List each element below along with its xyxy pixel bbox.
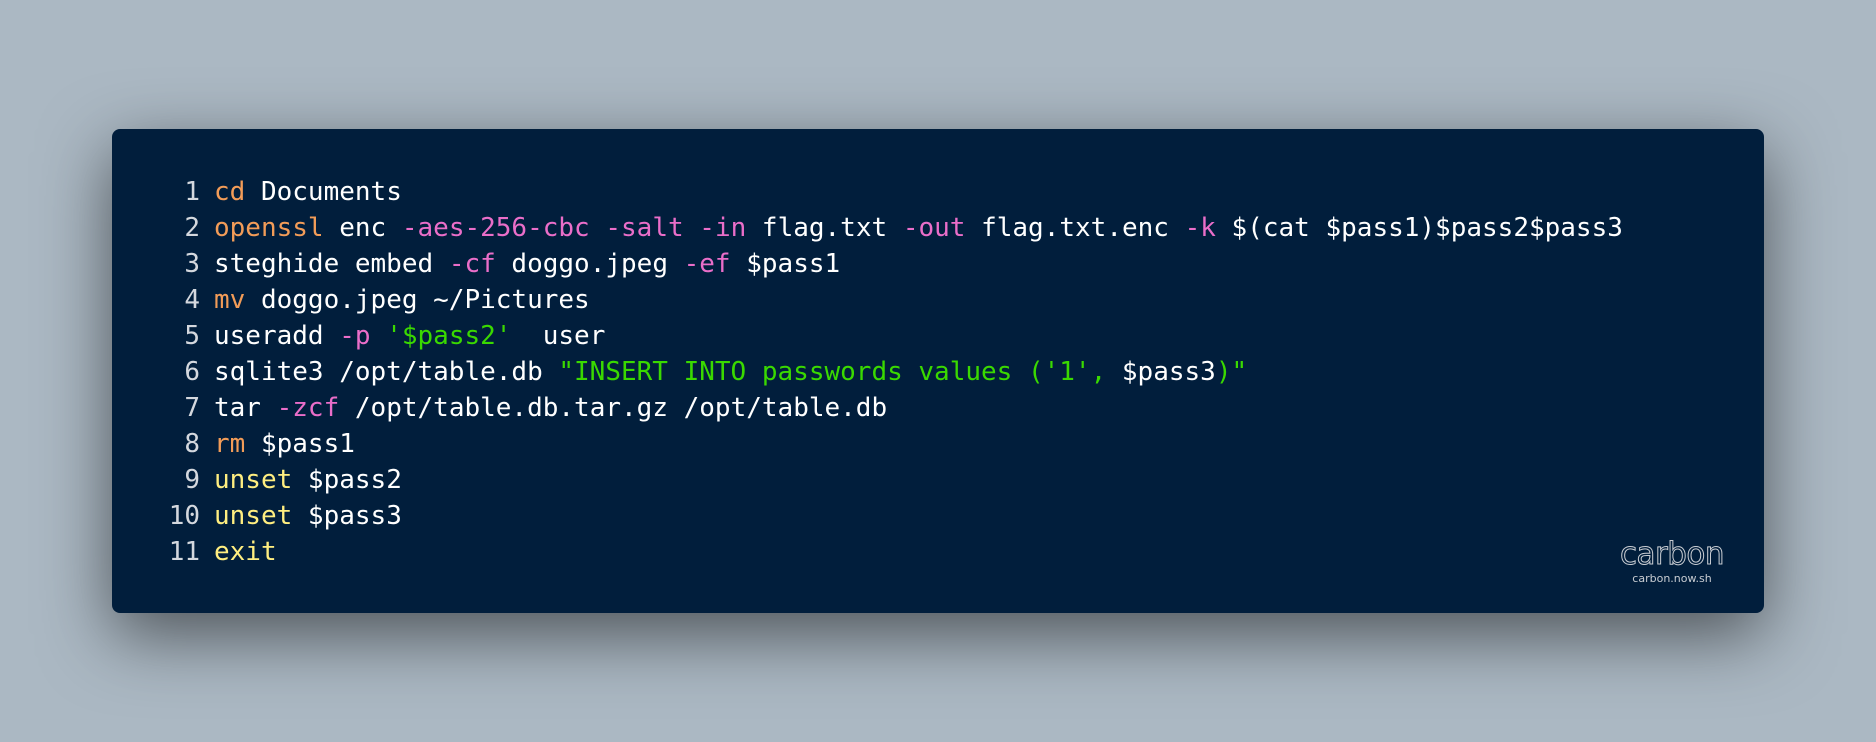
code-block: 1 cd Documents 2 openssl enc -aes-256-cbc -… — [152, 174, 1623, 570]
token-kw: exit — [214, 537, 277, 567]
line-number: 5 — [184, 321, 200, 351]
token-plain: $(cat $pass1)$pass2$pass3 — [1215, 213, 1623, 243]
code-text: mv doggo.jpeg ~/Pictures — [214, 282, 590, 318]
code-window: 1 cd Documents 2 openssl enc -aes-256-cbc -… — [112, 129, 1764, 613]
code-text: unset $pass2 — [214, 462, 402, 498]
code-line: 8 rm $pass1 — [152, 426, 1623, 462]
line-number: 1 — [184, 177, 200, 207]
token-plain: flag.txt — [746, 213, 903, 243]
token-flag: -in — [699, 213, 747, 243]
line-number: 7 — [184, 393, 200, 423]
code-text: unset $pass3 — [214, 498, 402, 534]
token-cmd: mv — [214, 285, 246, 315]
token-plain: user — [511, 321, 606, 351]
token-kw: unset — [214, 501, 293, 531]
code-text: exit — [214, 534, 277, 570]
line-number: 4 — [184, 285, 200, 315]
line-number: 10 — [168, 501, 200, 531]
token-plain: $pass2 — [292, 465, 402, 495]
token-flag: -cf — [448, 249, 496, 279]
code-text: rm $pass1 — [214, 426, 355, 462]
token-cmd: cd — [214, 177, 246, 207]
token-plain: doggo.jpeg ~/Pictures — [245, 285, 590, 315]
code-line: 4 mv doggo.jpeg ~/Pictures — [152, 282, 1623, 318]
code-line: 10 unset $pass3 — [152, 498, 1623, 534]
code-line: 1 cd Documents — [152, 174, 1623, 210]
code-text: tar -zcf /opt/table.db.tar.gz /opt/table… — [214, 390, 887, 426]
code-line: 11 exit — [152, 534, 1623, 570]
carbon-watermark[interactable]: carbon carbon.now.sh — [1612, 536, 1732, 586]
token-str: "INSERT INTO passwords values ('1', — [558, 357, 1122, 387]
token-cmd: openssl — [214, 213, 324, 243]
line-number: 8 — [184, 429, 200, 459]
token-plain: /opt/table.db.tar.gz /opt/table.db — [339, 393, 888, 423]
code-line: 6 sqlite3 /opt/table.db "INSERT INTO pass… — [152, 354, 1623, 390]
token-kw: unset — [214, 465, 293, 495]
code-line: 9 unset $pass2 — [152, 462, 1623, 498]
token-flag: -p — [339, 321, 371, 351]
token-flag: -salt — [605, 213, 684, 243]
code-line: 5 useradd -p '$pass2' user — [152, 318, 1623, 354]
code-text: sqlite3 /opt/table.db "INSERT INTO passw… — [214, 354, 1247, 390]
token-plain: $pass1 — [245, 429, 355, 459]
token-plain: $pass3 — [292, 501, 402, 531]
token-plain: tar — [214, 393, 277, 423]
line-number: 11 — [168, 537, 200, 567]
token-flag: -zcf — [276, 393, 340, 423]
code-line: 7 tar -zcf /opt/table.db.tar.gz /opt/tabl… — [152, 390, 1623, 426]
token-plain: enc — [323, 213, 402, 243]
token-flag: -k — [1184, 213, 1216, 243]
token-plain: steghide embed — [214, 249, 449, 279]
token-flag: -aes-256-cbc — [401, 213, 590, 243]
token-plain: useradd — [214, 321, 340, 351]
token-str: )" — [1215, 357, 1248, 387]
carbon-url: carbon.now.sh — [1632, 572, 1712, 585]
token-plain: $pass3 — [1121, 357, 1216, 387]
code-text: steghide embed -cf doggo.jpeg -ef $pass1 — [214, 246, 840, 282]
token-plain: $pass1 — [730, 249, 841, 279]
code-text: useradd -p '$pass2' user — [214, 318, 605, 354]
token-plain: flag.txt.enc — [965, 213, 1185, 243]
token-flag: -ef — [683, 249, 731, 279]
code-text: cd Documents — [214, 174, 402, 210]
token-flag: -out — [902, 213, 966, 243]
line-number: 9 — [184, 465, 200, 495]
code-line: 3 steghide embed -cf doggo.jpeg -ef $pass… — [152, 246, 1623, 282]
token-cmd: rm — [214, 429, 246, 459]
carbon-logo: carbon — [1619, 536, 1725, 572]
token-plain: doggo.jpeg — [495, 249, 684, 279]
line-number: 2 — [184, 213, 200, 243]
line-number: 3 — [184, 249, 200, 279]
token-str: '$pass2' — [386, 321, 512, 351]
token-plain: Documents — [245, 177, 402, 207]
code-text: openssl enc -aes-256-cbc -salt -in flag.… — [214, 210, 1623, 246]
line-number: 6 — [184, 357, 200, 387]
token-plain: sqlite3 /opt/table.db — [214, 357, 559, 387]
code-line: 2 openssl enc -aes-256-cbc -salt -in flag… — [152, 210, 1623, 246]
